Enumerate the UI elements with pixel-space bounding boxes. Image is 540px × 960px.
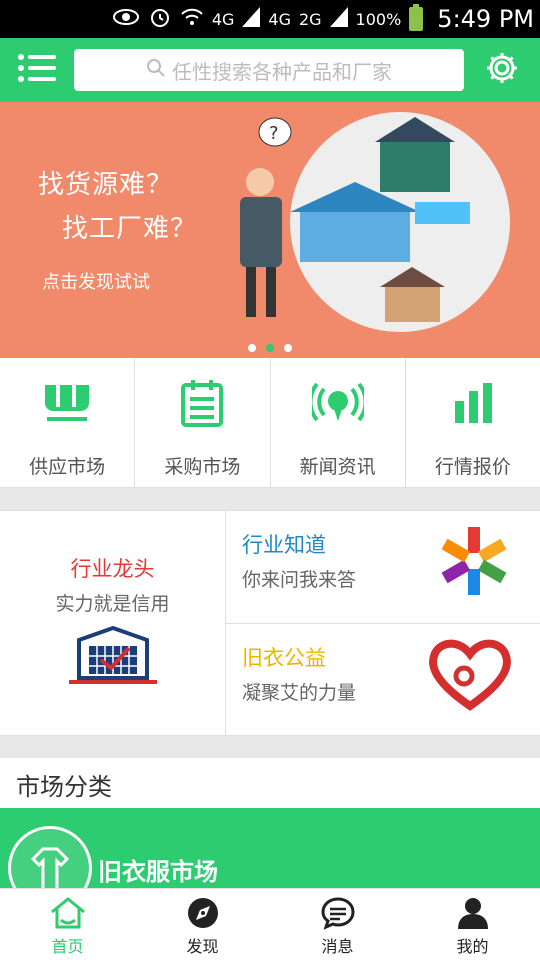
status-icons: 4G 4G 2G 100% — [112, 4, 424, 33]
tab-label: 首页 — [51, 937, 84, 956]
market-title: 旧衣服市场 — [98, 858, 218, 886]
bottom-tab-bar: 首页 发现 消息 我的 — [0, 888, 540, 960]
promo-charity[interactable]: 旧衣公益 凝聚艾的力量 — [226, 624, 540, 736]
promo-title: 行业知道 — [242, 533, 326, 557]
quick-nav-label: 供应市场 — [29, 456, 106, 478]
quick-nav-label: 新闻资讯 — [299, 456, 376, 478]
promo-subtitle: 实力就是信用 — [55, 593, 170, 615]
promo-industry-leader[interactable]: 行业龙头 实力就是信用 — [0, 511, 226, 735]
menu-icon — [17, 53, 57, 87]
network-label-2: 4G — [268, 9, 291, 29]
promo-industry-qa[interactable]: 行业知道 你来问我来答 — [226, 511, 540, 624]
heart-icon — [428, 636, 512, 716]
quick-nav: 供应市场 采购市场 新闻资讯 行情报价 — [0, 358, 540, 488]
tab-label: 我的 — [456, 937, 489, 956]
tab-messages[interactable]: 消息 — [270, 889, 405, 960]
network-label-1: 4G — [211, 9, 235, 29]
battery-percent: 100% — [355, 9, 402, 29]
pager-dot-active[interactable] — [266, 344, 274, 352]
quick-nav-label: 行情报价 — [434, 456, 511, 478]
promo-title: 旧衣公益 — [242, 645, 326, 670]
network-label-3: 2G — [298, 9, 322, 29]
home-icon — [49, 895, 87, 931]
signal-icon — [242, 7, 261, 31]
quick-nav-purchase[interactable]: 采购市场 — [135, 358, 271, 487]
gear-icon — [484, 50, 520, 90]
top-bar: 任性搜索各种产品和厂家 — [0, 38, 540, 102]
pager-dot[interactable] — [248, 344, 256, 352]
purchase-list-icon — [180, 378, 224, 428]
quick-nav-news[interactable]: 新闻资讯 — [271, 358, 406, 487]
settings-button[interactable] — [464, 38, 540, 102]
signal-icon-2 — [329, 7, 348, 31]
eye-icon — [112, 8, 140, 30]
section-title: 市场分类 — [0, 758, 540, 810]
banner-line-2: 找工厂难？ — [62, 214, 198, 244]
quick-nav-supply[interactable]: 供应市场 — [0, 358, 136, 487]
promo-subtitle: 凝聚艾的力量 — [242, 681, 357, 704]
search-icon — [146, 58, 166, 83]
banner-pager[interactable] — [0, 344, 540, 352]
banner-line-3: 点击发现试试 — [42, 272, 150, 293]
battery-icon — [409, 4, 424, 31]
promo-title: 行业龙头 — [70, 557, 155, 581]
tab-home[interactable]: 首页 — [0, 889, 135, 960]
broadcast-icon — [311, 378, 364, 428]
promo-grid: 行业龙头 实力就是信用 行业知道 你来问我来答 旧衣公益 凝聚艾的力量 — [0, 510, 540, 736]
clothes-icon — [8, 826, 92, 888]
user-icon — [455, 895, 491, 931]
status-bar: 4G 4G 2G 100% 5:49 PM — [0, 0, 540, 38]
quick-nav-market-price[interactable]: 行情报价 — [406, 358, 540, 487]
search-placeholder: 任性搜索各种产品和厂家 — [172, 59, 392, 84]
banner-illustration: ? — [240, 112, 510, 332]
market-category-used-clothes[interactable]: 旧衣服市场 — [0, 808, 540, 888]
bar-chart-icon — [451, 378, 495, 428]
alarm-icon — [148, 5, 172, 33]
tab-label: 消息 — [321, 937, 354, 956]
tab-profile[interactable]: 我的 — [405, 889, 540, 960]
wifi-icon — [180, 5, 204, 33]
search-input[interactable]: 任性搜索各种产品和厂家 — [74, 49, 464, 91]
promo-right: 行业知道 你来问我来答 旧衣公益 凝聚艾的力量 — [226, 511, 540, 735]
promo-banner[interactable]: 找货源难？ 找工厂难？ 点击发现试试 ? — [0, 102, 540, 358]
clock: 5:49 PM — [437, 5, 534, 33]
supply-icon — [43, 378, 91, 428]
banner-line-1: 找货源难？ — [38, 170, 174, 200]
tab-label: 发现 — [186, 937, 219, 956]
tab-discover[interactable]: 发现 — [135, 889, 270, 960]
discover-icon — [186, 895, 220, 931]
message-icon — [320, 895, 356, 931]
pager-dot[interactable] — [284, 344, 292, 352]
people-circle-icon — [436, 523, 512, 603]
menu-button[interactable] — [0, 38, 74, 102]
promo-subtitle: 你来问我来答 — [242, 569, 357, 591]
factory-icon — [67, 625, 159, 690]
quick-nav-label: 采购市场 — [164, 456, 241, 478]
svg-text:?: ? — [269, 123, 279, 144]
